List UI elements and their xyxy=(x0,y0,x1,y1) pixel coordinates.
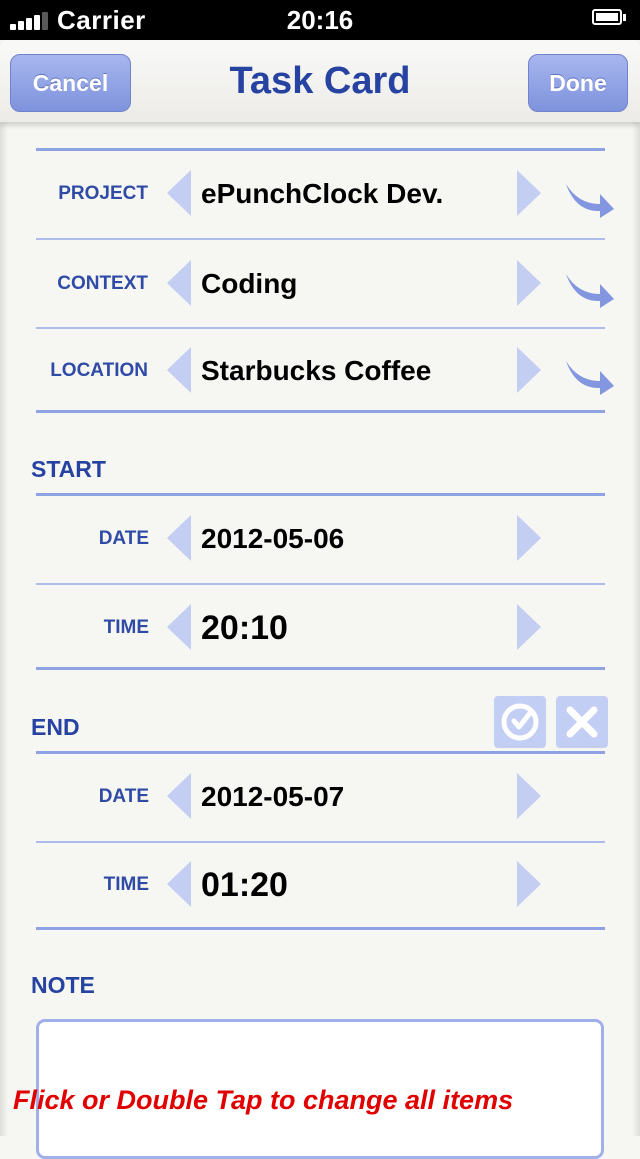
divider xyxy=(36,667,605,670)
start-time-value[interactable]: 20:10 xyxy=(201,584,288,672)
close-icon xyxy=(566,706,598,738)
arrow-left-icon[interactable] xyxy=(167,861,191,907)
task-card-content: PROJECT ePunchClock Dev. CONTEXT Coding … xyxy=(0,122,640,1159)
end-date-label: DATE xyxy=(98,786,149,807)
project-value[interactable]: ePunchClock Dev. xyxy=(201,150,443,238)
status-time: 20:16 xyxy=(286,5,354,35)
arrow-left-icon[interactable] xyxy=(167,604,191,650)
context-row[interactable]: CONTEXT Coding xyxy=(36,240,614,328)
start-date-row[interactable]: DATE 2012-05-06 xyxy=(36,495,605,583)
divider xyxy=(36,927,605,930)
end-date-row[interactable]: DATE 2012-05-07 xyxy=(36,753,605,841)
project-row[interactable]: PROJECT ePunchClock Dev. xyxy=(36,150,614,238)
arrow-right-icon[interactable] xyxy=(517,515,541,561)
note-section-title: NOTE xyxy=(31,972,95,998)
arrow-left-icon[interactable] xyxy=(167,773,191,819)
jump-arrow-icon[interactable] xyxy=(562,347,616,395)
arrow-left-icon[interactable] xyxy=(167,347,191,393)
arrow-left-icon[interactable] xyxy=(167,515,191,561)
start-time-row[interactable]: TIME 20:10 xyxy=(36,584,605,672)
start-date-label: DATE xyxy=(98,528,149,549)
jump-arrow-icon[interactable] xyxy=(562,170,616,218)
end-section-title: END xyxy=(31,714,80,740)
location-value[interactable]: Starbucks Coffee xyxy=(201,327,431,415)
location-row[interactable]: LOCATION Starbucks Coffee xyxy=(36,327,614,415)
start-section-title: START xyxy=(31,456,106,482)
arrow-right-icon[interactable] xyxy=(517,260,541,306)
status-bar: Carrier 20:16 xyxy=(0,0,640,40)
arrow-right-icon[interactable] xyxy=(517,861,541,907)
arrow-right-icon[interactable] xyxy=(517,604,541,650)
jump-arrow-icon[interactable] xyxy=(562,260,616,308)
context-label: CONTEXT xyxy=(57,273,148,294)
battery-icon xyxy=(592,9,628,27)
arrow-right-icon[interactable] xyxy=(517,773,541,819)
end-date-value[interactable]: 2012-05-07 xyxy=(201,753,344,841)
instruction-hint: Flick or Double Tap to change all items xyxy=(13,1085,514,1115)
arrow-right-icon[interactable] xyxy=(517,170,541,216)
arrow-left-icon[interactable] xyxy=(167,170,191,216)
nav-bar: Cancel Task Card Done xyxy=(0,40,640,122)
end-time-row[interactable]: TIME 01:20 xyxy=(36,841,605,929)
clear-end-button[interactable] xyxy=(556,696,608,748)
end-time-label: TIME xyxy=(103,874,149,895)
done-button[interactable]: Done xyxy=(528,54,628,112)
arrow-right-icon[interactable] xyxy=(517,347,541,393)
start-date-value[interactable]: 2012-05-06 xyxy=(201,495,344,583)
arrow-left-icon[interactable] xyxy=(167,260,191,306)
project-label: PROJECT xyxy=(58,183,148,204)
context-value[interactable]: Coding xyxy=(201,240,297,328)
start-time-label: TIME xyxy=(103,617,149,638)
end-time-value[interactable]: 01:20 xyxy=(201,841,288,929)
location-label: LOCATION xyxy=(50,360,148,381)
check-icon xyxy=(501,703,539,741)
confirm-end-button[interactable] xyxy=(494,696,546,748)
divider xyxy=(36,410,605,413)
